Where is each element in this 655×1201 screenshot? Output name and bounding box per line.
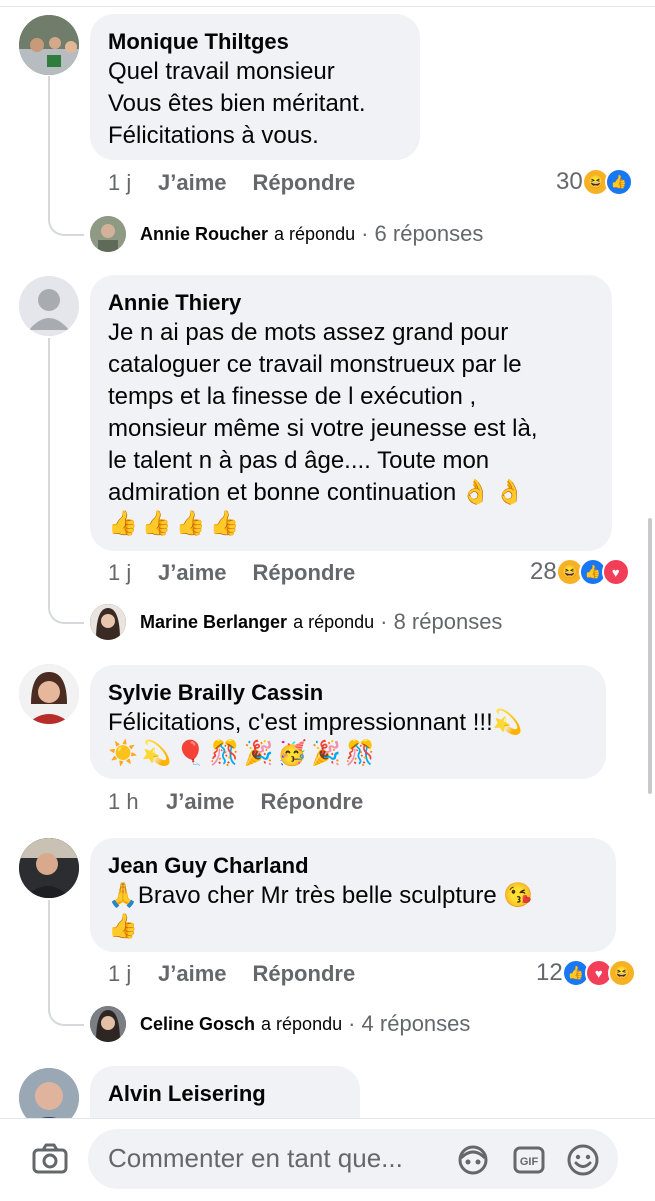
comment-author[interactable]: Monique Thiltges <box>108 28 402 56</box>
like-button[interactable]: J’aime <box>166 789 235 815</box>
reply-author[interactable]: Marine Berlanger <box>140 612 287 633</box>
reply-preview[interactable]: Celine Gosch a répondu · 4 réponses <box>90 1006 470 1042</box>
thread-line <box>48 338 50 606</box>
reply-author[interactable]: Annie Roucher <box>140 224 268 245</box>
reply-verb: a répondu <box>274 223 356 244</box>
comment-input-placeholder: Commenter en tant que... <box>108 1143 403 1173</box>
reply-button[interactable]: Répondre <box>253 961 356 987</box>
haha-icon: 😆 <box>607 959 636 987</box>
comment-emoji: 👌👌 <box>460 479 529 506</box>
comment-bubble[interactable]: Monique Thiltges Quel travail monsieur V… <box>90 14 420 160</box>
comment-input[interactable]: Commenter en tant que... GIF <box>88 1129 618 1189</box>
gif-icon[interactable]: GIF <box>512 1143 546 1177</box>
reaction-summary[interactable]: 28 😆 👍 ♥ <box>530 558 630 586</box>
love-icon: ♥ <box>601 558 630 586</box>
avatar-photo-icon <box>19 15 79 75</box>
thread-connector <box>48 600 84 624</box>
reply-button[interactable]: Répondre <box>261 789 364 815</box>
comment-author[interactable]: Jean Guy Charland <box>108 852 598 880</box>
reply-avatar <box>90 1006 126 1042</box>
reply-verb: a répondu <box>293 611 375 632</box>
comment-time[interactable]: 1 j <box>108 961 158 987</box>
reaction-summary[interactable]: 30 😆 👍 <box>556 168 633 196</box>
comment-text: Félicitations, c'est impressionnant !!!💫 <box>108 709 523 736</box>
reply-count[interactable]: · 6 réponses <box>361 221 483 247</box>
comment-text: Je n ai pas de mots assez grand pour cat… <box>108 319 538 506</box>
avatar-photo-icon <box>90 604 126 640</box>
reaction-count: 30 <box>556 168 583 195</box>
reply-author[interactable]: Celine Gosch <box>140 1014 255 1035</box>
comment-bubble[interactable]: Annie Thiery Je n ai pas de mots assez g… <box>90 275 612 551</box>
reply-preview[interactable]: Marine Berlanger a répondu · 8 réponses <box>90 604 502 640</box>
reaction-count: 28 <box>530 558 557 585</box>
avatar[interactable] <box>19 664 79 724</box>
reply-count[interactable]: · 8 réponses <box>380 609 502 635</box>
top-divider <box>0 6 655 7</box>
like-button[interactable]: J’aime <box>158 560 227 586</box>
comment-time[interactable]: 1 h <box>108 789 166 815</box>
avatar[interactable] <box>19 276 79 336</box>
reply-avatar <box>90 604 126 640</box>
like-button[interactable]: J’aime <box>158 961 227 987</box>
thread-line <box>48 76 50 216</box>
camera-icon[interactable] <box>30 1139 70 1179</box>
avatar-sticker-icon[interactable] <box>456 1143 490 1177</box>
comment-bubble[interactable]: Jean Guy Charland 🙏Bravo cher Mr très be… <box>90 838 616 952</box>
thread-line <box>48 900 50 1006</box>
reply-preview[interactable]: Annie Roucher a répondu · 6 réponses <box>90 216 483 252</box>
comment-actions: 1 j J’aime Répondre <box>108 170 355 196</box>
comment-emoji: 👍 <box>108 913 142 940</box>
emoji-icon[interactable] <box>566 1143 600 1177</box>
avatar-photo-icon <box>19 664 79 724</box>
comment-emoji: 👍👍👍👍 <box>108 510 244 537</box>
thread-connector <box>48 212 84 236</box>
comment-actions: 1 j J’aime Répondre <box>108 961 355 987</box>
comment-text: 🙏Bravo cher Mr très belle sculpture 😘 <box>108 882 534 909</box>
reply-button[interactable]: Répondre <box>253 170 356 196</box>
reply-count[interactable]: · 4 réponses <box>348 1011 470 1037</box>
avatar-photo-icon <box>90 1006 126 1042</box>
comment-actions: 1 j J’aime Répondre <box>108 560 355 586</box>
reply-avatar <box>90 216 126 252</box>
avatar[interactable] <box>19 15 79 75</box>
avatar[interactable] <box>19 838 79 898</box>
thread-connector <box>48 1002 84 1026</box>
comment-time[interactable]: 1 j <box>108 560 158 586</box>
comment-author[interactable]: Alvin Leisering <box>108 1080 342 1108</box>
comment-author[interactable]: Annie Thiery <box>108 289 594 317</box>
avatar-photo-icon <box>90 216 126 252</box>
scrollbar[interactable] <box>648 518 652 794</box>
reply-verb: a répondu <box>261 1013 343 1034</box>
comment-time[interactable]: 1 j <box>108 170 158 196</box>
comment-actions: 1 h J’aime Répondre <box>108 789 363 815</box>
default-avatar-icon <box>19 276 79 336</box>
comment-text: Quel travail monsieur Vous êtes bien mér… <box>108 58 366 149</box>
avatar-photo-icon <box>19 838 79 898</box>
comment-bubble[interactable]: Sylvie Brailly Cassin Félicitations, c'e… <box>90 665 606 779</box>
like-button[interactable]: J’aime <box>158 170 227 196</box>
like-icon: 👍 <box>604 168 633 196</box>
reaction-count: 12 <box>536 959 563 986</box>
comment-emoji: ☀️💫🎈🎊🎉🥳🎉🎊 <box>108 740 380 767</box>
reaction-summary[interactable]: 12 👍 ♥ 😆 <box>536 959 636 987</box>
comment-author[interactable]: Sylvie Brailly Cassin <box>108 679 588 707</box>
reply-button[interactable]: Répondre <box>253 560 356 586</box>
svg-text:GIF: GIF <box>520 1156 539 1168</box>
comment-composer-bar: Commenter en tant que... GIF <box>0 1118 655 1201</box>
